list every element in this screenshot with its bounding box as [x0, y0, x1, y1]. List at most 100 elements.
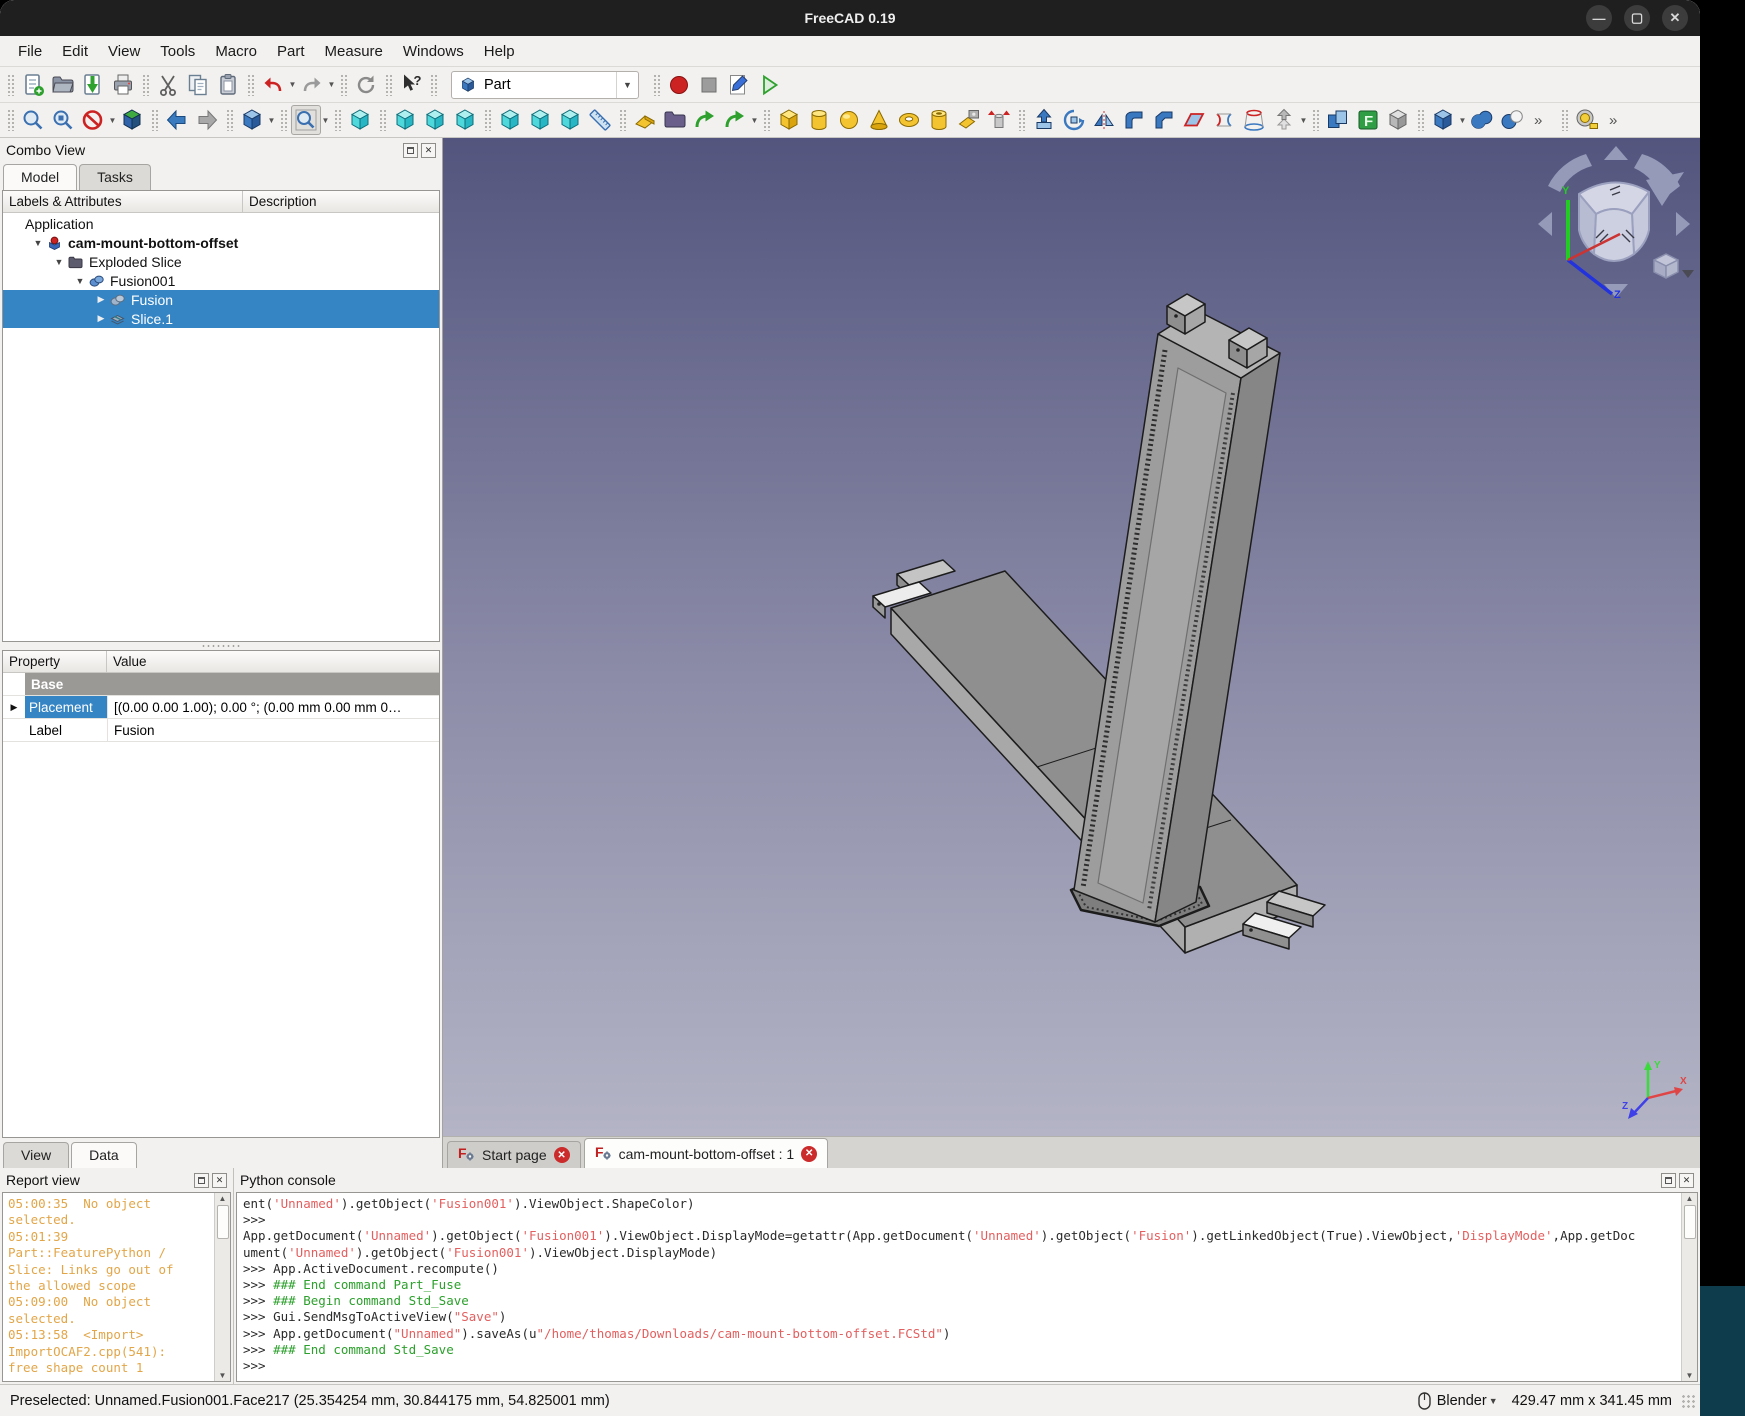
- make-compound-icon[interactable]: [1323, 105, 1353, 135]
- panel-close-icon[interactable]: ✕: [212, 1173, 227, 1188]
- extrude-icon[interactable]: [1029, 105, 1059, 135]
- paste-icon[interactable]: [213, 70, 243, 100]
- copy-icon[interactable]: [183, 70, 213, 100]
- scroll-up-icon[interactable]: ▲: [219, 1194, 227, 1203]
- resize-grip[interactable]: [1680, 1393, 1696, 1409]
- title-bar[interactable]: FreeCAD 0.19 — ▢ ✕: [0, 0, 1700, 36]
- chevron-down-icon[interactable]: ▼: [1299, 116, 1308, 125]
- ruled-surface-icon[interactable]: [1209, 105, 1239, 135]
- fillet-icon[interactable]: [1119, 105, 1149, 135]
- primitives-dialog-icon[interactable]: [984, 105, 1014, 135]
- tree-item-cam-mount-bottom-offset[interactable]: ▼cam-mount-bottom-offset: [3, 233, 439, 252]
- make-face-icon[interactable]: [1179, 105, 1209, 135]
- value-col-header[interactable]: Value: [107, 654, 439, 669]
- refresh-icon[interactable]: [351, 70, 381, 100]
- offset-3d-icon[interactable]: [1269, 105, 1299, 135]
- texture-view-icon[interactable]: [117, 105, 147, 135]
- toolbar-handle[interactable]: [7, 109, 14, 131]
- tab-data[interactable]: Data: [71, 1142, 137, 1168]
- tree-item-slice-1[interactable]: ▶Slice.1: [3, 309, 439, 328]
- draw-style-icon[interactable]: [78, 105, 108, 135]
- menu-file[interactable]: File: [8, 39, 52, 64]
- property-row-label[interactable]: LabelFusion: [3, 719, 439, 742]
- mirror-icon[interactable]: [1089, 105, 1119, 135]
- panel-close-icon[interactable]: ✕: [1679, 1173, 1694, 1188]
- workbench-selector[interactable]: Part▼: [451, 71, 639, 99]
- toolbar-overflow-icon[interactable]: »: [1527, 105, 1557, 135]
- expander-open-icon[interactable]: ▼: [72, 276, 88, 286]
- box-zoom-icon[interactable]: [291, 105, 321, 135]
- chevron-down-icon[interactable]: ▼: [327, 80, 336, 89]
- thickness-icon[interactable]: F: [1353, 105, 1383, 135]
- close-button[interactable]: ✕: [1662, 5, 1688, 31]
- panel-float-icon[interactable]: [1661, 1173, 1676, 1188]
- convert-to-solid-icon[interactable]: [1383, 105, 1413, 135]
- expander-open-icon[interactable]: ▼: [51, 257, 67, 267]
- panel-splitter[interactable]: [0, 642, 442, 650]
- property-value[interactable]: Fusion: [107, 719, 439, 741]
- expander-closed-icon[interactable]: ▶: [93, 294, 109, 305]
- chevron-down-icon[interactable]: ▼: [321, 116, 330, 125]
- undo-icon[interactable]: [258, 70, 288, 100]
- primitive-box-icon[interactable]: [774, 105, 804, 135]
- primitive-sphere-icon[interactable]: [834, 105, 864, 135]
- menu-measure[interactable]: Measure: [315, 39, 393, 64]
- menu-part[interactable]: Part: [267, 39, 315, 64]
- tab-model[interactable]: Model: [3, 164, 77, 190]
- primitive-cone-icon[interactable]: [864, 105, 894, 135]
- new-document-icon[interactable]: [18, 70, 48, 100]
- document-tab-cam-mount-bottom-offset-1[interactable]: Fcam-mount-bottom-offset : 1✕: [584, 1138, 829, 1168]
- boolean-cut-icon[interactable]: [1497, 105, 1527, 135]
- tab-close-icon[interactable]: ✕: [801, 1146, 817, 1162]
- cut-icon[interactable]: [153, 70, 183, 100]
- tab-close-icon[interactable]: ✕: [554, 1147, 570, 1163]
- macro-edit-icon[interactable]: [724, 70, 754, 100]
- report-scrollbar[interactable]: ▲ ▼: [214, 1193, 230, 1381]
- open-document-icon[interactable]: [48, 70, 78, 100]
- view-axonometric-icon[interactable]: [345, 105, 375, 135]
- tree-item-exploded-slice[interactable]: ▼Exploded Slice: [3, 252, 439, 271]
- boolean-union-icon[interactable]: [1467, 105, 1497, 135]
- redo-icon[interactable]: [297, 70, 327, 100]
- panel-float-icon[interactable]: [194, 1173, 209, 1188]
- panel-float-icon[interactable]: [403, 143, 418, 158]
- measure-distance-icon[interactable]: [585, 105, 615, 135]
- loft-icon[interactable]: [1239, 105, 1269, 135]
- primitive-tube-icon[interactable]: [924, 105, 954, 135]
- menu-view[interactable]: View: [98, 39, 150, 64]
- navigation-cube[interactable]: Y Z: [1534, 142, 1694, 302]
- tree-item-fusion[interactable]: ▶Fusion: [3, 290, 439, 309]
- primitive-cylinder-icon[interactable]: [804, 105, 834, 135]
- chevron-down-icon[interactable]: ▼: [616, 72, 638, 98]
- expander-open-icon[interactable]: ▼: [30, 238, 46, 248]
- menu-macro[interactable]: Macro: [205, 39, 267, 64]
- tab-tasks[interactable]: Tasks: [79, 164, 151, 190]
- console-scrollbar[interactable]: ▲ ▼: [1681, 1193, 1697, 1381]
- tab-view[interactable]: View: [3, 1142, 69, 1168]
- fit-all-icon[interactable]: [18, 105, 48, 135]
- menu-windows[interactable]: Windows: [393, 39, 474, 64]
- chamfer-icon[interactable]: [1149, 105, 1179, 135]
- tree-item-fusion001[interactable]: ▼Fusion001: [3, 271, 439, 290]
- macro-play-icon[interactable]: [754, 70, 784, 100]
- property-row-placement[interactable]: ▶Placement[(0.00 0.00 1.00); 0.00 °; (0.…: [3, 696, 439, 719]
- python-console-log[interactable]: ent('Unnamed').getObject('Fusion001').Vi…: [237, 1193, 1681, 1381]
- view-top-icon[interactable]: [420, 105, 450, 135]
- chevron-down-icon[interactable]: ▼: [750, 116, 759, 125]
- macro-stop-icon[interactable]: [694, 70, 724, 100]
- tree-item-application[interactable]: Application: [3, 214, 439, 233]
- minimize-button[interactable]: —: [1586, 5, 1612, 31]
- measure-tape-icon[interactable]: [1572, 105, 1602, 135]
- nav-back-icon[interactable]: [162, 105, 192, 135]
- tree-header-description[interactable]: Description: [243, 194, 439, 209]
- scroll-thumb[interactable]: [217, 1205, 229, 1239]
- part-export-curve-icon[interactable]: [720, 105, 750, 135]
- save-document-icon[interactable]: [78, 70, 108, 100]
- toolbar-handle[interactable]: [7, 74, 14, 96]
- view-right-icon[interactable]: [450, 105, 480, 135]
- print-icon[interactable]: [108, 70, 138, 100]
- document-tab-start-page[interactable]: FStart page✕: [447, 1141, 581, 1168]
- chevron-down-icon[interactable]: ▼: [1458, 116, 1467, 125]
- property-row-base[interactable]: Base: [3, 673, 439, 696]
- view-left-icon[interactable]: [555, 105, 585, 135]
